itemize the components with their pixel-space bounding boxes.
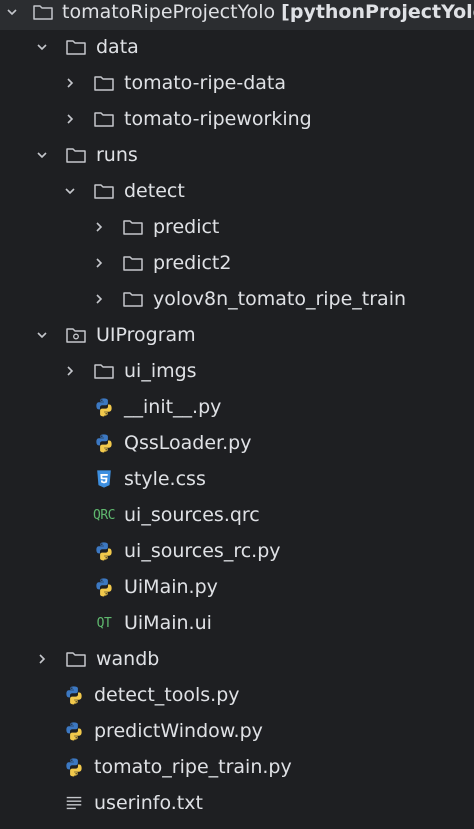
folder-icon — [92, 179, 116, 203]
folder-icon — [92, 71, 116, 95]
tree-item-detect-tools-py[interactable]: detect_tools.py — [0, 677, 474, 713]
item-label: runs — [96, 144, 138, 166]
tree-item-tomato-ripe-train-py[interactable]: tomato_ripe_train.py — [0, 749, 474, 785]
tree-item-userinfo-txt[interactable]: userinfo.txt — [0, 785, 474, 821]
css-file-icon — [92, 467, 116, 491]
item-label: wandb — [96, 648, 160, 670]
item-label: ui_sources.qrc — [124, 504, 260, 526]
tree-item-ui-sources-qrc[interactable]: QRC ui_sources.qrc — [0, 497, 474, 533]
chevron-down-icon[interactable] — [34, 317, 50, 353]
tree-item-style-css[interactable]: style.css — [0, 461, 474, 497]
tree-item-uimain-py[interactable]: UiMain.py — [0, 569, 474, 605]
python-file-icon — [62, 683, 86, 707]
folder-icon — [121, 215, 145, 239]
item-label: style.css — [124, 468, 206, 490]
folder-icon — [121, 251, 145, 275]
folder-icon — [64, 647, 88, 671]
item-label: detect — [124, 180, 185, 202]
tree-item-ui-sources-rc-py[interactable]: ui_sources_rc.py — [0, 533, 474, 569]
tree-item-yolov8n-tomato-ripe-train[interactable]: yolov8n_tomato_ripe_train — [0, 281, 474, 317]
chevron-down-icon[interactable] — [34, 29, 50, 65]
chevron-right-icon[interactable] — [62, 65, 78, 101]
item-label: userinfo.txt — [94, 792, 203, 814]
tree-item-wandb[interactable]: wandb — [0, 641, 474, 677]
item-label: yolov8n_tomato_ripe_train — [153, 288, 407, 310]
item-label: ui_imgs — [124, 360, 197, 382]
tree-item-predict2[interactable]: predict2 — [0, 245, 474, 281]
tree-item-predictwindow-py[interactable]: predictWindow.py — [0, 713, 474, 749]
python-file-icon — [62, 719, 86, 743]
folder-icon — [121, 287, 145, 311]
tree-root-row[interactable]: tomatoRipeProjectYolo [pythonProjectYolo… — [0, 0, 474, 30]
folder-icon — [92, 107, 116, 131]
chevron-down-icon[interactable] — [34, 137, 50, 173]
item-label: data — [96, 36, 139, 58]
tree-item-qssloader-py[interactable]: QssLoader.py — [0, 425, 474, 461]
chevron-down-icon[interactable] — [6, 0, 18, 30]
folder-icon — [64, 35, 88, 59]
item-label: UIProgram — [96, 324, 196, 346]
chevron-right-icon[interactable] — [62, 101, 78, 137]
item-label: ui_sources_rc.py — [124, 540, 281, 562]
tree-item-uiprogram[interactable]: UIProgram — [0, 317, 474, 353]
python-file-icon — [92, 431, 116, 455]
chevron-down-icon[interactable] — [62, 173, 78, 209]
chevron-right-icon[interactable] — [62, 353, 78, 389]
python-file-icon — [92, 575, 116, 599]
chevron-right-icon[interactable] — [91, 281, 107, 317]
item-label: tomato-ripeworking — [124, 108, 312, 130]
root-folder-name: tomatoRipeProjectYolo — [62, 1, 276, 23]
folder-icon — [32, 0, 54, 24]
item-label: detect_tools.py — [94, 684, 240, 706]
tree-item-detect[interactable]: detect — [0, 173, 474, 209]
item-label: UiMain.py — [124, 576, 218, 598]
tree-item-tomato-ripe-data[interactable]: tomato-ripe-data — [0, 65, 474, 101]
item-label: tomato-ripe-data — [124, 72, 287, 94]
tree-item-uimain-ui[interactable]: QT UiMain.ui — [0, 605, 474, 641]
root-project-name: [pythonProjectYolo] — [281, 1, 474, 23]
item-label: predict2 — [153, 252, 232, 274]
chevron-right-icon[interactable] — [34, 641, 50, 677]
tree-item-data[interactable]: data — [0, 29, 474, 65]
tree-item-ui-imgs[interactable]: ui_imgs — [0, 353, 474, 389]
python-file-icon — [92, 539, 116, 563]
qrc-file-icon: QRC — [93, 507, 115, 523]
tree-item-tomato-ripeworking[interactable]: tomato-ripeworking — [0, 101, 474, 137]
item-label: QssLoader.py — [124, 432, 252, 454]
tree-item-runs[interactable]: runs — [0, 137, 474, 173]
tree-item-predict[interactable]: predict — [0, 209, 474, 245]
folder-icon — [92, 359, 116, 383]
chevron-right-icon[interactable] — [91, 245, 107, 281]
item-label: UiMain.ui — [124, 612, 212, 634]
text-file-icon — [62, 791, 86, 815]
item-label: predictWindow.py — [94, 720, 263, 742]
project-tree: tomatoRipeProjectYolo [pythonProjectYolo… — [0, 0, 474, 829]
qt-file-icon: QT — [96, 615, 112, 631]
python-file-icon — [92, 395, 116, 419]
python-file-icon — [62, 755, 86, 779]
chevron-right-icon[interactable] — [91, 209, 107, 245]
item-label: predict — [153, 216, 220, 238]
package-folder-icon — [64, 323, 88, 347]
tree-item-init-py[interactable]: __init__.py — [0, 389, 474, 425]
item-label: __init__.py — [124, 396, 222, 418]
item-label: tomato_ripe_train.py — [94, 756, 292, 778]
folder-icon — [64, 143, 88, 167]
